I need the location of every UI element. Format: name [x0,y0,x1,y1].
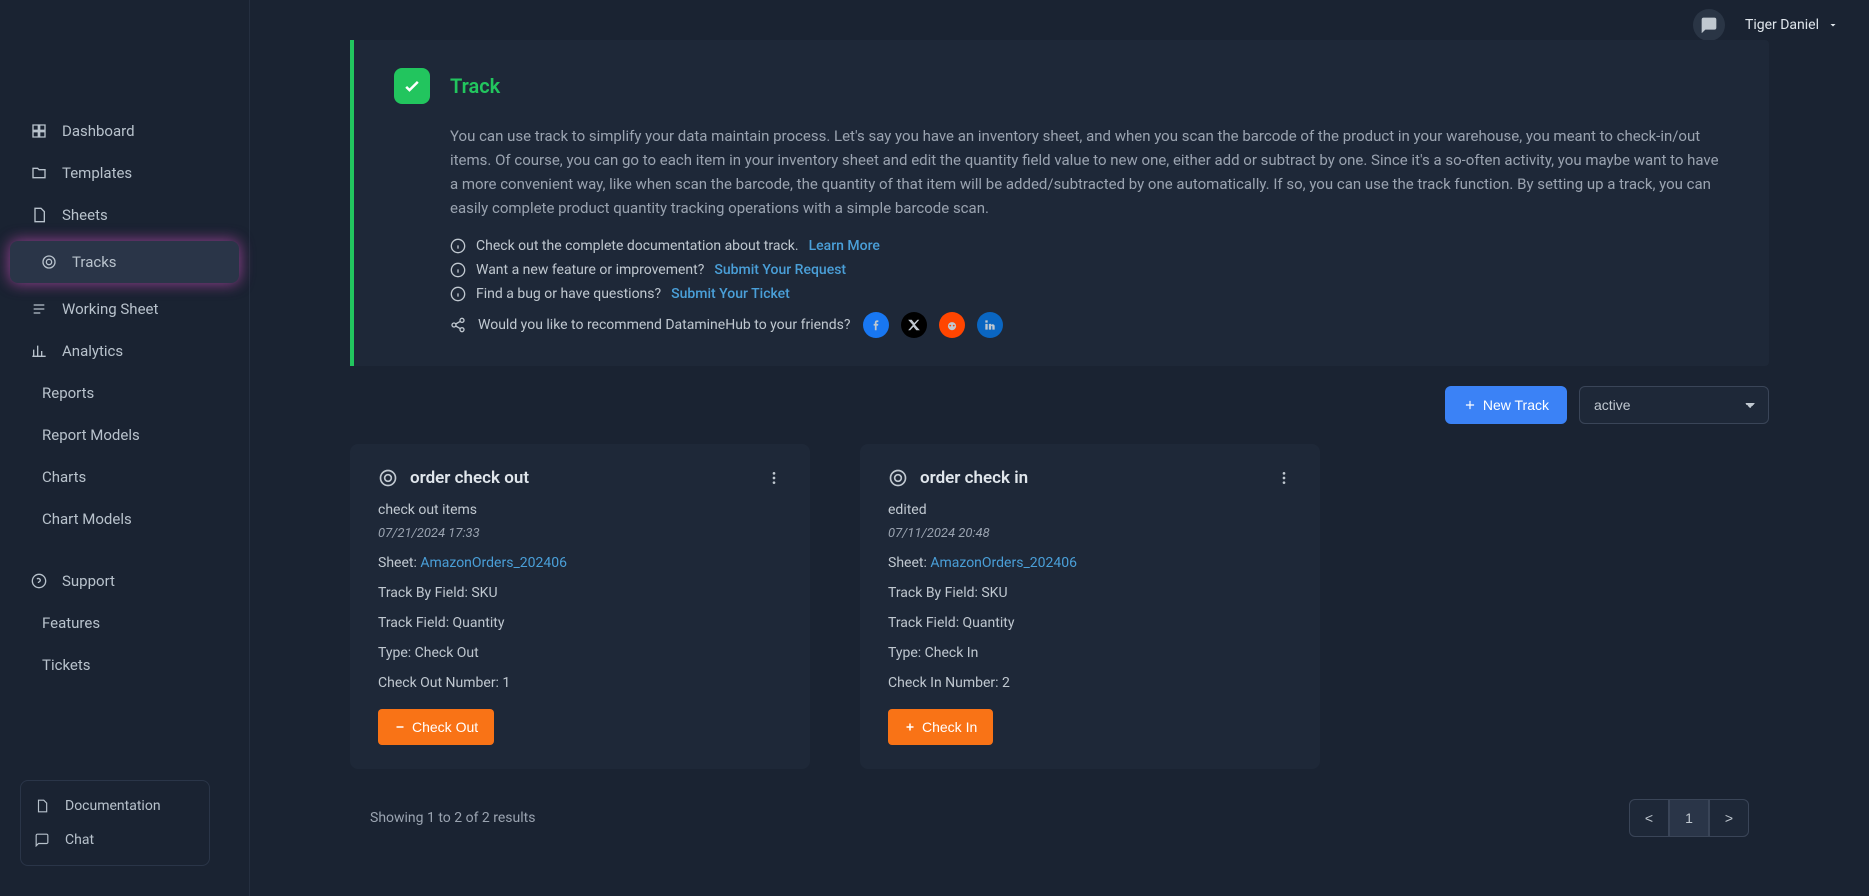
share-text: Would you like to recommend DatamineHub … [478,317,851,333]
sidebar-item-chat[interactable]: Chat [21,823,209,857]
results-count: Showing 1 to 2 of 2 results [370,810,535,826]
track-number: Check Out Number: 1 [378,675,782,691]
submit-request-link[interactable]: Submit Your Request [714,262,846,278]
info-icon [450,238,466,254]
chat-icon [33,831,51,849]
check-in-button[interactable]: Check In [888,709,993,745]
track-by-field: Track By Field: SKU [378,585,782,601]
track-date: 07/21/2024 17:33 [378,526,782,541]
check-out-button[interactable]: Check Out [378,709,494,745]
track-number: Check In Number: 2 [888,675,1292,691]
sidebar-item-tickets[interactable]: Tickets [0,644,249,686]
track-type: Type: Check In [888,645,1292,661]
new-track-button[interactable]: New Track [1445,386,1567,424]
submit-ticket-link[interactable]: Submit Your Ticket [671,286,790,302]
sidebar-item-working-sheet[interactable]: Working Sheet [0,288,249,330]
info-icon [450,262,466,278]
sidebar-item-tracks[interactable]: Tracks [10,241,239,283]
doc-icon [33,797,51,815]
sheet-link[interactable]: AmazonOrders_202406 [420,555,567,571]
track-card: order check in edited 07/11/2024 20:48 S… [860,444,1320,769]
sheet-label: Sheet: [378,555,417,571]
sidebar-item-reports[interactable]: Reports [0,372,249,414]
main-content: Track You can use track to simplify your… [250,0,1869,896]
sidebar-item-support[interactable]: Support [0,560,249,602]
info-description: You can use track to simplify your data … [394,124,1729,220]
sidebar-item-report-models[interactable]: Report Models [0,414,249,456]
learn-more-link[interactable]: Learn More [809,238,880,254]
pagination: < 1 > [1629,799,1749,837]
target-icon [378,468,398,488]
track-desc: edited [888,502,1292,518]
sidebar-item-analytics[interactable]: Analytics [0,330,249,372]
plus-icon [904,721,916,733]
sidebar-item-features[interactable]: Features [0,602,249,644]
sidebar-item-dashboard[interactable]: Dashboard [0,110,249,152]
more-menu-icon[interactable] [1276,470,1292,486]
track-title: order check in [920,468,1028,488]
doc-text: Check out the complete documentation abo… [476,238,799,254]
track-desc: check out items [378,502,782,518]
info-title: Track [450,74,500,98]
sheet-label: Sheet: [888,555,927,571]
folder-icon [30,164,48,182]
file-icon [30,206,48,224]
list-icon [30,300,48,318]
track-title: order check out [410,468,529,488]
help-icon [30,572,48,590]
minus-icon [394,721,406,733]
status-filter-select[interactable]: active [1579,386,1769,424]
track-type: Type: Check Out [378,645,782,661]
sidebar-bottom-box: Documentation Chat [20,780,210,866]
check-badge-icon [394,68,430,104]
prev-page-button[interactable]: < [1629,799,1669,837]
target-icon [40,253,58,271]
page-number-button[interactable]: 1 [1669,799,1709,837]
chart-icon [30,342,48,360]
track-field: Track Field: Quantity [378,615,782,631]
share-icon [450,317,466,333]
target-icon [888,468,908,488]
facebook-icon[interactable] [863,312,889,338]
track-field: Track Field: Quantity [888,615,1292,631]
plus-icon [1463,398,1477,412]
sidebar: Dashboard Templates Sheets Tracks Workin… [0,0,250,896]
bug-text: Find a bug or have questions? [476,286,661,302]
info-panel: Track You can use track to simplify your… [350,40,1769,366]
linkedin-icon[interactable] [977,312,1003,338]
feature-text: Want a new feature or improvement? [476,262,704,278]
next-page-button[interactable]: > [1709,799,1749,837]
sidebar-item-charts[interactable]: Charts [0,456,249,498]
info-icon [450,286,466,302]
track-by-field: Track By Field: SKU [888,585,1292,601]
track-date: 07/11/2024 20:48 [888,526,1292,541]
sidebar-item-documentation[interactable]: Documentation [21,789,209,823]
x-twitter-icon[interactable] [901,312,927,338]
sidebar-item-chart-models[interactable]: Chart Models [0,498,249,540]
sidebar-item-sheets[interactable]: Sheets [0,194,249,236]
dashboard-icon [30,122,48,140]
track-card: order check out check out items 07/21/20… [350,444,810,769]
sidebar-item-templates[interactable]: Templates [0,152,249,194]
reddit-icon[interactable] [939,312,965,338]
sheet-link[interactable]: AmazonOrders_202406 [930,555,1077,571]
more-menu-icon[interactable] [766,470,782,486]
